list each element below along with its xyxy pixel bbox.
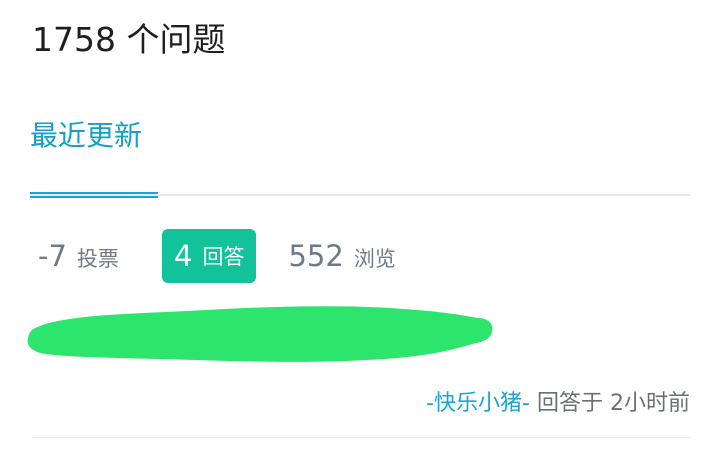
redaction-scribble [27, 306, 493, 362]
answer-count-label: 回答 [202, 245, 245, 269]
answer-meta: -快乐小猪- 回答于 2小时前 [426, 386, 690, 422]
view-count-value: 552 [288, 239, 344, 273]
answer-time: 2小时前 [610, 391, 690, 416]
view-count-label: 浏览 [353, 247, 396, 271]
tab-bar: 最近更新 [30, 108, 690, 198]
question-count-title: 1758 个问题 [32, 20, 226, 59]
tab-divider [30, 194, 690, 196]
vote-count-label: 投票 [76, 247, 119, 271]
row-divider [32, 437, 690, 438]
tab-label: 最近更新 [30, 119, 143, 152]
answer-count-value: 4 [174, 239, 193, 273]
view-count: 552 浏览 [288, 239, 395, 273]
vote-count: -7 投票 [38, 239, 162, 273]
question-title-redacted[interactable] [26, 300, 496, 372]
answer-action: 回答于 [536, 391, 603, 416]
vote-count-value: -7 [38, 239, 67, 273]
tab-recently-updated[interactable]: 最近更新 [30, 108, 158, 198]
author-link[interactable]: -快乐小猪- [426, 391, 530, 416]
answer-count-badge: 4 回答 [162, 229, 257, 283]
question-stats: -7 投票 4 回答 552 浏览 [38, 229, 396, 283]
